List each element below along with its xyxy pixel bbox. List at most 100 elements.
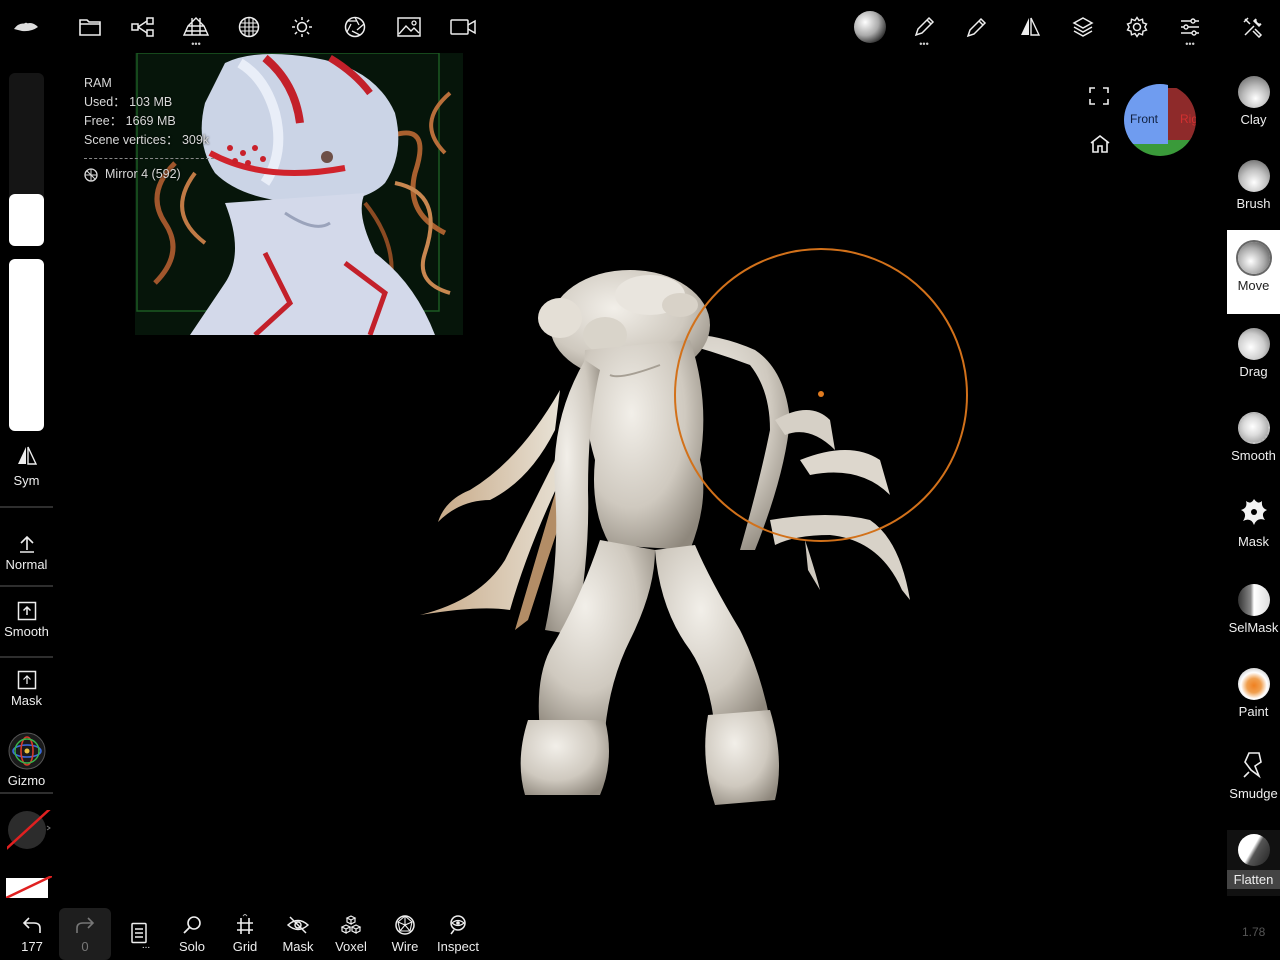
tool-clay[interactable]: Clay <box>1227 70 1280 146</box>
mask-label: Mask <box>10 693 43 708</box>
mask-visibility-label: Mask <box>282 939 314 954</box>
gizmo-button[interactable]: Gizmo <box>0 731 53 788</box>
tool-paint[interactable]: Paint <box>1227 662 1280 738</box>
tool-drag-label: Drag <box>1239 364 1268 379</box>
picker-button[interactable] <box>957 8 997 46</box>
tools-icon <box>1242 16 1264 38</box>
app-logo-button[interactable] <box>6 8 46 46</box>
scene-button[interactable] <box>123 8 163 46</box>
smooth-label: Smooth <box>4 624 49 639</box>
tool-smudge[interactable]: Smudge <box>1227 746 1280 822</box>
view-cube-right-label: Right <box>1180 112 1196 126</box>
smooth-toggle-button[interactable]: Smooth <box>0 598 53 639</box>
view-cube[interactable]: Front Right <box>1124 84 1196 156</box>
drag-sphere-icon <box>1237 328 1270 360</box>
tool-move-label: Move <box>1237 278 1270 293</box>
voxel-button[interactable]: Voxel <box>325 912 377 954</box>
camera-settings-button[interactable] <box>335 8 375 46</box>
history-button[interactable]: ... <box>113 912 165 951</box>
color-swatch-button[interactable] <box>7 810 51 850</box>
smudge-icon <box>1227 750 1280 782</box>
mask-visibility-button[interactable]: Mask <box>272 912 324 954</box>
symmetry-button[interactable] <box>1010 8 1050 46</box>
material-button[interactable] <box>229 8 269 46</box>
tool-mask[interactable]: Mask <box>1227 492 1280 568</box>
undo-button[interactable]: 177 <box>6 912 58 954</box>
inspect-button[interactable]: Inspect <box>432 912 484 954</box>
tool-drag[interactable]: Drag <box>1227 322 1280 398</box>
sym-button[interactable]: Sym <box>0 443 53 488</box>
matcap-sphere-icon <box>853 10 887 44</box>
left-separator <box>0 585 53 587</box>
brush-cursor <box>672 246 970 544</box>
files-button[interactable] <box>70 8 110 46</box>
flatten-sphere-icon <box>1237 834 1270 866</box>
image-icon <box>397 17 421 37</box>
stroke-button[interactable]: ••• <box>904 8 944 49</box>
video-camera-icon <box>450 18 476 36</box>
gizmo-label: Gizmo <box>7 773 46 788</box>
gizmo-icon <box>7 731 47 771</box>
radius-slider-fill <box>9 194 44 246</box>
matcap-button[interactable] <box>850 8 890 46</box>
voxel-cubes-icon <box>340 914 362 936</box>
layers-button[interactable] <box>1063 8 1103 46</box>
tool-move[interactable]: Move <box>1227 230 1280 314</box>
brush-sphere-icon <box>1237 160 1270 192</box>
frame-view-button[interactable] <box>1088 86 1110 106</box>
tool-settings-more: ••• <box>1185 39 1195 49</box>
clay-sphere-icon <box>1237 76 1270 108</box>
scene-share-icon <box>131 17 155 37</box>
intensity-slider-fill <box>9 259 44 431</box>
light-sun-icon <box>291 16 313 38</box>
home-view-button[interactable] <box>1089 134 1111 154</box>
topology-more: ••• <box>191 39 201 49</box>
tool-settings-button[interactable]: ••• <box>1170 8 1210 49</box>
folder-icon <box>79 18 101 36</box>
picker-icon <box>966 16 988 38</box>
voxel-label: Voxel <box>335 939 367 954</box>
tool-smooth[interactable]: Smooth <box>1227 406 1280 482</box>
normal-button[interactable]: Normal <box>0 531 53 572</box>
magnifier-icon <box>182 915 202 935</box>
paint-sphere-icon <box>1237 668 1270 700</box>
pen-stroke-icon <box>913 16 935 38</box>
settings-button[interactable] <box>1117 8 1157 46</box>
solo-button[interactable]: Solo <box>166 912 218 954</box>
tool-flatten-label: Flatten <box>1227 870 1280 889</box>
tool-selmask-label: SelMask <box>1228 620 1279 635</box>
tool-flatten[interactable]: Flatten <box>1227 830 1280 896</box>
layers-icon <box>1072 16 1094 38</box>
grid-hash-icon <box>235 914 255 936</box>
tool-paint-label: Paint <box>1238 704 1269 719</box>
wire-button[interactable]: Wire <box>379 912 431 954</box>
sliders-icon <box>1179 16 1201 38</box>
texture-swatch-button[interactable] <box>6 876 52 898</box>
smooth-sphere-icon <box>1237 412 1270 444</box>
inspect-label: Inspect <box>437 939 479 954</box>
background-image-button[interactable] <box>389 8 429 46</box>
home-icon <box>1089 134 1111 154</box>
lighting-button[interactable] <box>282 8 322 46</box>
topology-icon <box>183 17 209 37</box>
fullscreen-icon <box>1088 86 1110 106</box>
selmask-sphere-icon <box>1237 584 1270 616</box>
topology-button[interactable]: ••• <box>176 8 216 49</box>
redo-icon <box>75 916 95 934</box>
grid-button[interactable]: Grid <box>219 912 271 954</box>
redo-button[interactable]: 0 <box>59 908 111 960</box>
undo-icon <box>22 916 42 934</box>
redo-count: 0 <box>81 939 89 954</box>
wireframe-icon <box>394 914 416 936</box>
arrow-up-icon <box>18 534 36 554</box>
view-cube-front-label: Front <box>1130 112 1159 126</box>
wire-label: Wire <box>391 939 419 954</box>
tool-selmask[interactable]: SelMask <box>1227 578 1280 654</box>
tool-brush-label: Brush <box>1236 196 1271 211</box>
video-record-button[interactable] <box>443 8 483 46</box>
stroke-more: ••• <box>919 39 929 49</box>
tools-button[interactable] <box>1233 8 1273 46</box>
tool-brush[interactable]: Brush <box>1227 154 1280 230</box>
mask-toggle-button[interactable]: Mask <box>0 667 53 708</box>
mask-square-icon <box>17 670 37 690</box>
